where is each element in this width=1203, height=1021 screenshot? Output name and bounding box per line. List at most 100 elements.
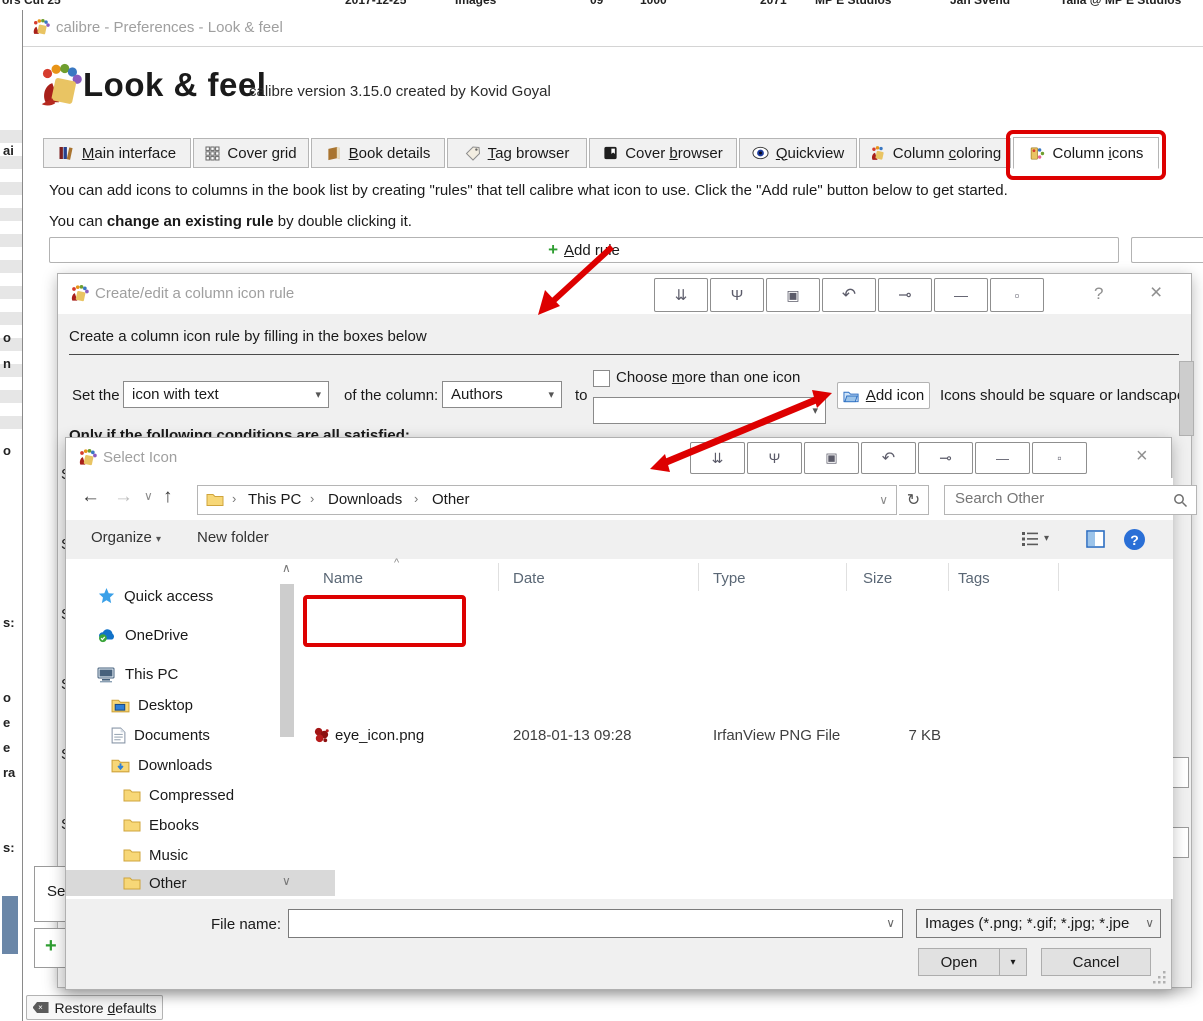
toolbar-wrench-button[interactable]: Ψ	[747, 442, 802, 474]
file-dialog-titlebar[interactable]: Select Icon ⇊ Ψ ▣ ↶ ⊸ — ▫ ×	[66, 438, 1171, 478]
column-header-size[interactable]: Size	[863, 570, 892, 587]
file-row[interactable]: eye_icon.png 2018-01-13 09:28 IrfanView …	[306, 722, 1156, 752]
tab-book-details[interactable]: Book details	[311, 138, 445, 168]
column-divider[interactable]	[698, 563, 699, 591]
computer-icon	[97, 667, 115, 682]
desktop-folder-icon	[111, 699, 130, 712]
toolbar-double-chevron-button[interactable]: ⇊	[654, 278, 708, 312]
address-bar[interactable]: › This PC › Downloads › Other ∨	[197, 485, 897, 515]
icon-file-select[interactable]: ▾	[593, 397, 826, 424]
folder-icon	[123, 877, 141, 890]
help-button[interactable]: ?	[1094, 284, 1103, 304]
toolbar-double-chevron-button[interactable]: ⇊	[690, 442, 745, 474]
chevron-down-icon: ▾	[1010, 956, 1016, 968]
open-dropdown-button[interactable]: ▾	[999, 948, 1027, 976]
new-folder-button[interactable]: New folder	[197, 529, 269, 546]
tab-label: Book details	[348, 144, 431, 162]
column-divider[interactable]	[948, 563, 949, 591]
scrollbar-fragment[interactable]	[1179, 361, 1194, 436]
close-button[interactable]: ×	[1136, 445, 1148, 468]
restore-defaults-button[interactable]: × Restore defaults	[26, 995, 163, 1020]
search-box[interactable]	[944, 485, 1197, 515]
breadcrumb-other[interactable]: Other	[432, 491, 470, 508]
breadcrumb-downloads[interactable]: Downloads	[328, 491, 402, 508]
sidebar-item-quick-access[interactable]: Quick access	[97, 583, 213, 609]
sidebar-item-this-pc[interactable]: This PC	[97, 661, 178, 687]
tab-column-coloring[interactable]: Column coloring	[859, 138, 1011, 168]
column-header-date[interactable]: Date	[513, 570, 545, 587]
address-dropdown-icon[interactable]: ∨	[879, 493, 888, 507]
view-mode-icon[interactable]	[1021, 531, 1039, 547]
tab-cover-grid[interactable]: Cover grid	[193, 138, 309, 168]
icon-kind-select[interactable]: icon with text ▾	[123, 381, 329, 408]
sidebar-item-desktop[interactable]: Desktop	[111, 692, 193, 718]
toolbar-restore-box-button[interactable]: ▣	[804, 442, 859, 474]
add-rule-button[interactable]: + Add rule	[49, 237, 1119, 263]
sidebar-item-ebooks[interactable]: Ebooks	[123, 812, 199, 838]
bg-fragment: ra	[3, 765, 16, 780]
toolbar-restore-box-button[interactable]: ▣	[766, 278, 820, 312]
close-button[interactable]: ×	[1150, 281, 1162, 305]
column-divider[interactable]	[1058, 563, 1059, 591]
history-dropdown[interactable]: ∨	[144, 489, 153, 503]
sort-ascending-icon[interactable]: ^	[394, 557, 399, 569]
refresh-button[interactable]: ↻	[899, 485, 929, 515]
preview-pane-icon[interactable]	[1086, 530, 1105, 548]
sidebar-item-onedrive[interactable]: OneDrive	[97, 622, 188, 648]
organize-button[interactable]: Organize ▾	[91, 529, 161, 546]
column-divider[interactable]	[498, 563, 499, 591]
cancel-button[interactable]: Cancel	[1041, 948, 1151, 976]
scroll-up-button[interactable]: ∧	[282, 561, 291, 575]
up-button[interactable]: ↑	[163, 486, 173, 508]
sidebar-item-compressed[interactable]: Compressed	[123, 782, 234, 808]
scrollbar-thumb[interactable]	[280, 584, 294, 737]
search-input[interactable]	[953, 489, 1157, 508]
toolbar-undo-button[interactable]: ↶	[861, 442, 916, 474]
star-icon	[98, 587, 115, 603]
sidebar-item-music[interactable]: Music	[123, 842, 188, 868]
minimize-button[interactable]: —	[934, 278, 988, 312]
column-select[interactable]: Authors ▾	[442, 381, 562, 408]
forward-button[interactable]: →	[114, 486, 133, 508]
toolbar-pin-button[interactable]: ⊸	[918, 442, 973, 474]
tab-tag-browser[interactable]: Tag browser	[447, 138, 587, 168]
sidebar-item-other[interactable]: Other	[66, 870, 335, 896]
file-name: eye_icon.png	[335, 727, 425, 744]
open-button[interactable]: Open	[918, 948, 1000, 976]
column-header-name[interactable]: Name	[323, 570, 363, 587]
tab-column-icons[interactable]: Column icons	[1013, 137, 1159, 169]
maximize-button[interactable]: ▫	[1032, 442, 1087, 474]
add-icon-button[interactable]: Add icon	[837, 382, 930, 409]
view-mode-dropdown-icon[interactable]: ▾	[1044, 533, 1049, 544]
tab-quickview[interactable]: Quickview	[739, 138, 857, 168]
toolbar-wrench-button[interactable]: Ψ	[710, 278, 764, 312]
rule-dialog-titlebar[interactable]: Create/edit a column icon rule ⇊ Ψ ▣ ↶ ⊸…	[58, 274, 1191, 314]
tab-label: Main interface	[81, 144, 177, 162]
search-icon[interactable]	[1173, 493, 1188, 508]
sidebar-item-documents[interactable]: Documents	[111, 722, 210, 748]
sidebar-item-downloads[interactable]: Downloads	[111, 752, 212, 778]
choose-more-checkbox[interactable]	[593, 370, 610, 387]
scroll-down-button[interactable]: ∨	[282, 874, 291, 888]
file-type-select[interactable]: Images (*.png; *.gif; *.jpg; *.jpeg ∨	[916, 909, 1161, 938]
chevron-down-icon: ▾	[156, 534, 162, 545]
window-titlebar[interactable]: calibre - Preferences - Look & feel	[23, 10, 1203, 47]
minimize-button[interactable]: —	[975, 442, 1030, 474]
tab-main-interface[interactable]: Main interface	[43, 138, 191, 168]
maximize-button[interactable]: ▫	[990, 278, 1044, 312]
tab-cover-browser[interactable]: Cover browser	[589, 138, 737, 168]
column-divider[interactable]	[846, 563, 847, 591]
resize-grip[interactable]	[1153, 971, 1167, 985]
column-header-tags[interactable]: Tags	[958, 570, 990, 587]
toolbar-undo-button[interactable]: ↶	[822, 278, 876, 312]
file-name-input[interactable]	[295, 913, 869, 932]
chevron-down-icon: ▾	[315, 389, 321, 401]
help-button[interactable]: ?	[1124, 529, 1145, 550]
breadcrumb-this-pc[interactable]: This PC	[248, 491, 301, 508]
file-name-field[interactable]: ∨	[288, 909, 903, 938]
column-header-type[interactable]: Type	[713, 570, 746, 587]
chevron-down-icon[interactable]: ∨	[886, 916, 895, 930]
back-button[interactable]: ←	[81, 486, 100, 508]
clipped-button[interactable]	[1131, 237, 1203, 263]
toolbar-pin-button[interactable]: ⊸	[878, 278, 932, 312]
